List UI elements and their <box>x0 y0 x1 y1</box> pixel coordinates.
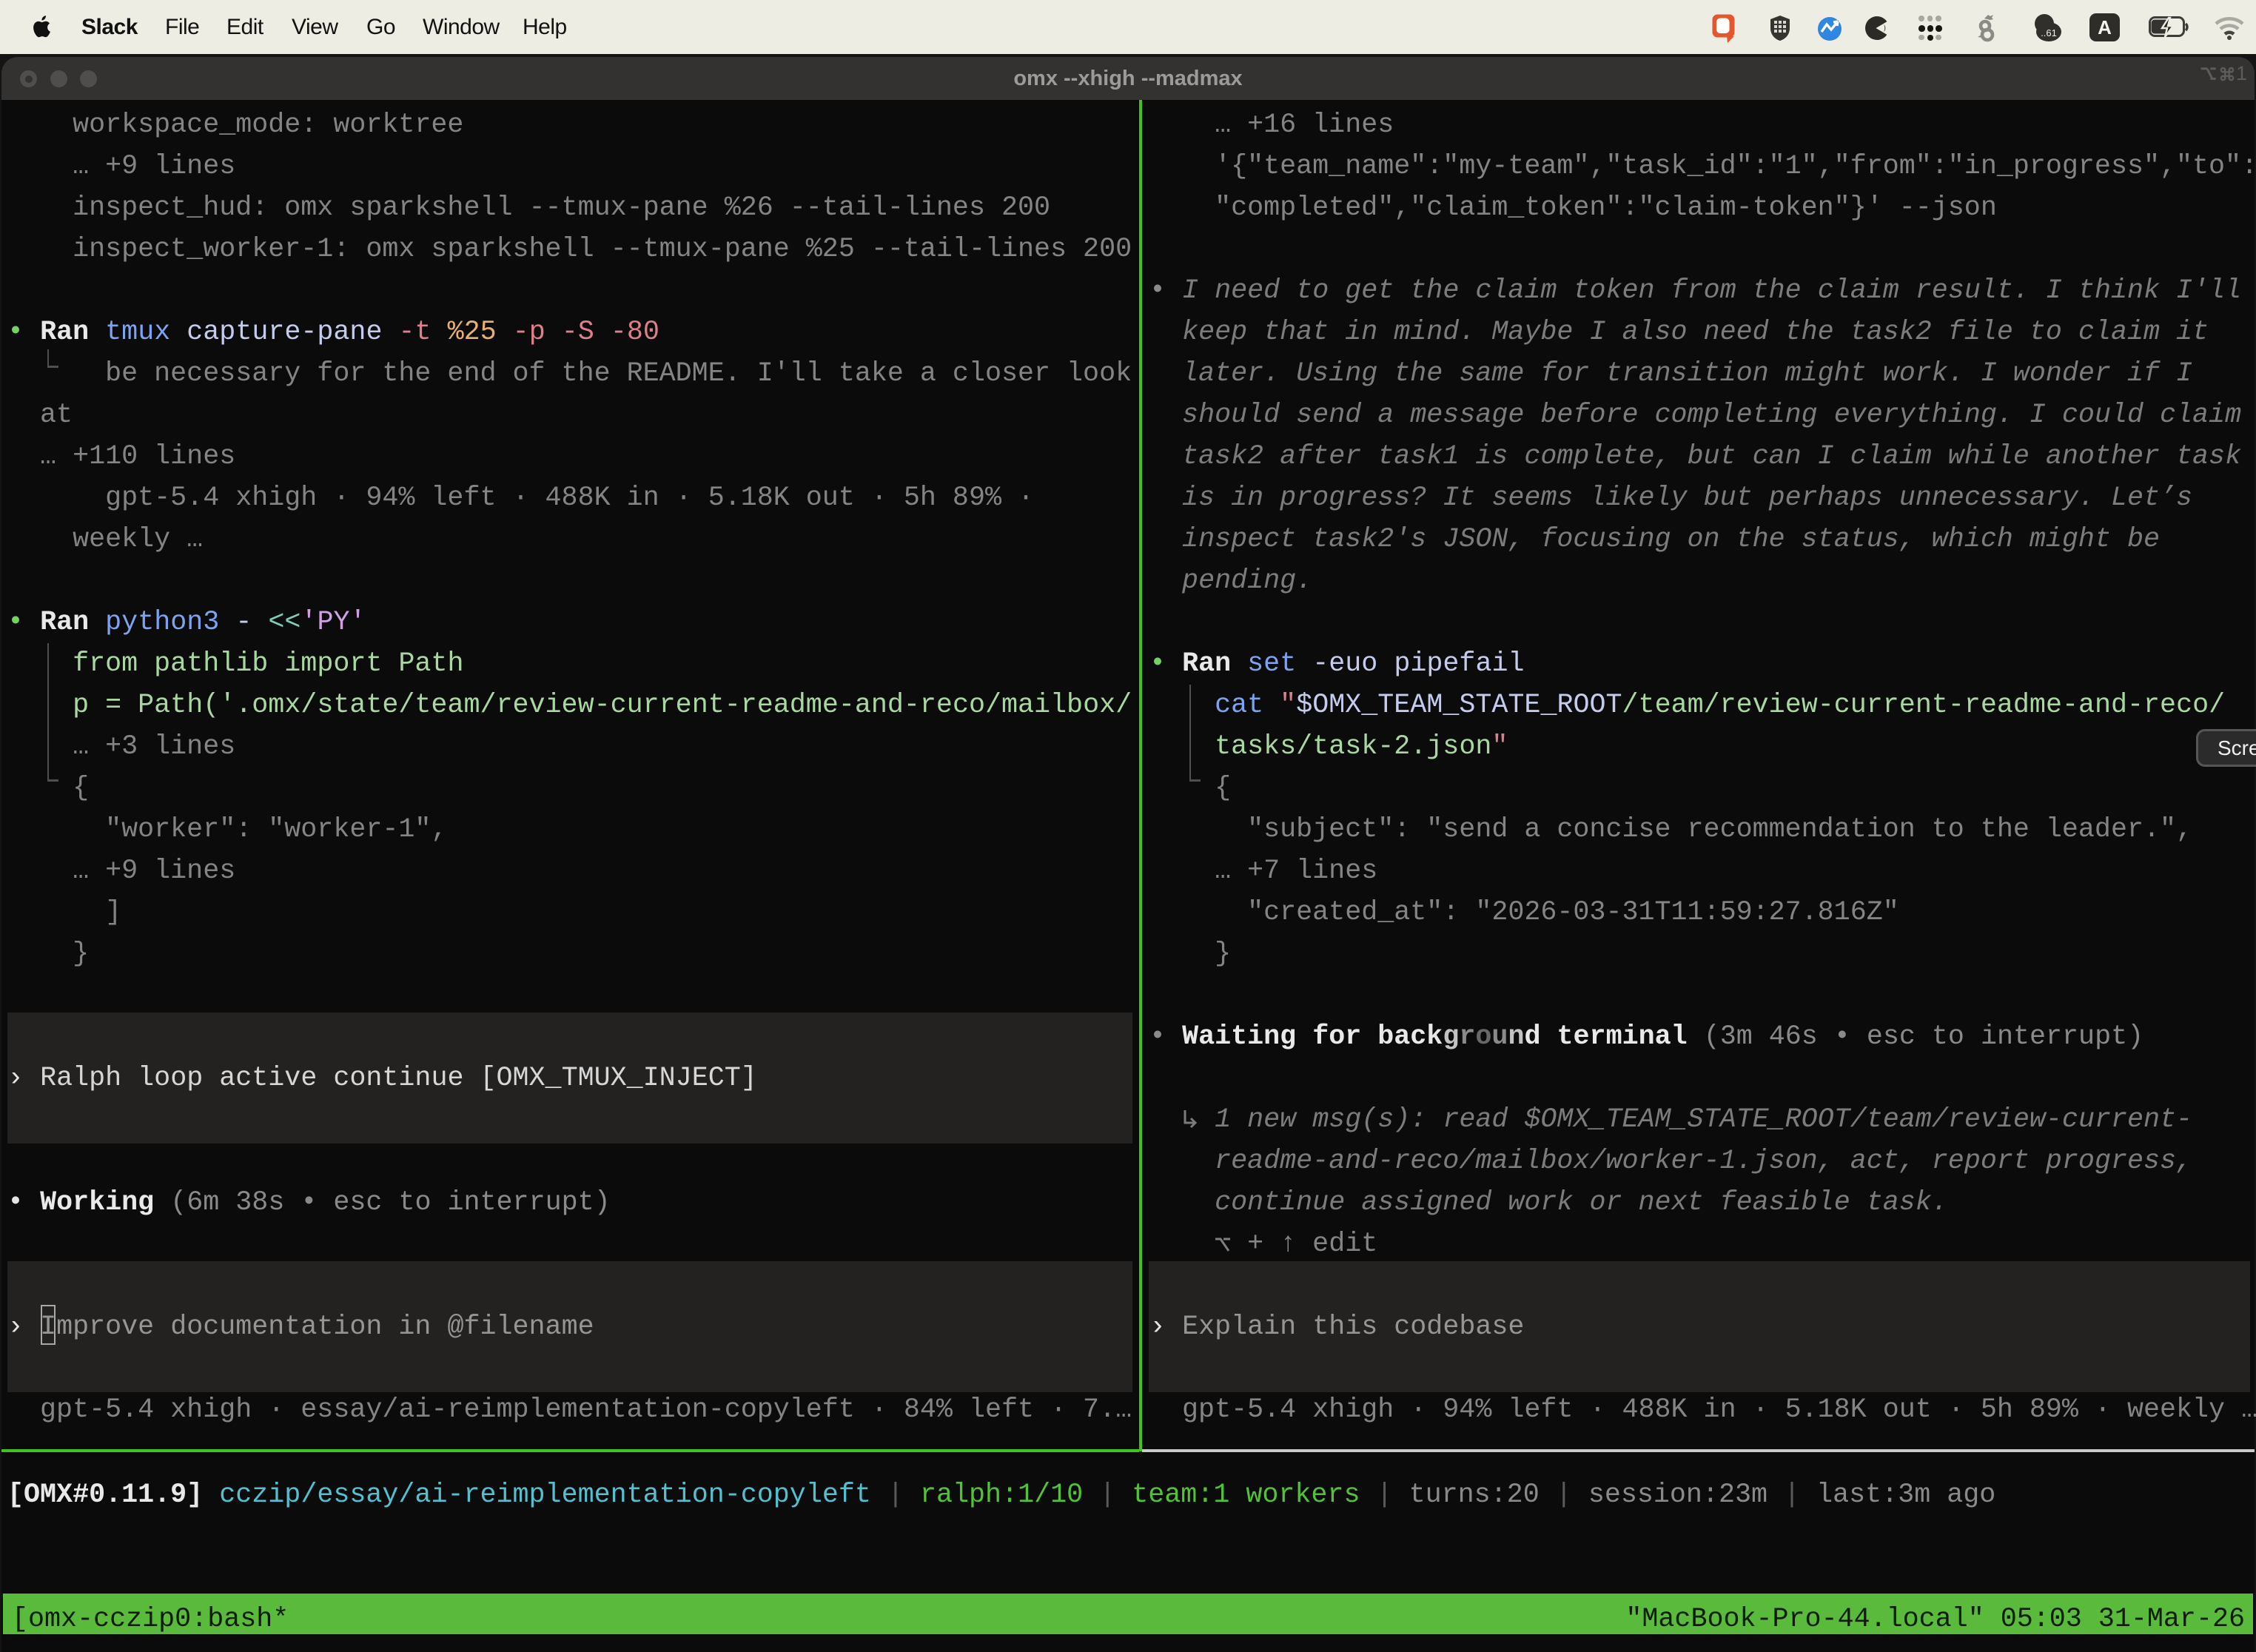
svg-text:..61: ..61 <box>2041 27 2057 38</box>
